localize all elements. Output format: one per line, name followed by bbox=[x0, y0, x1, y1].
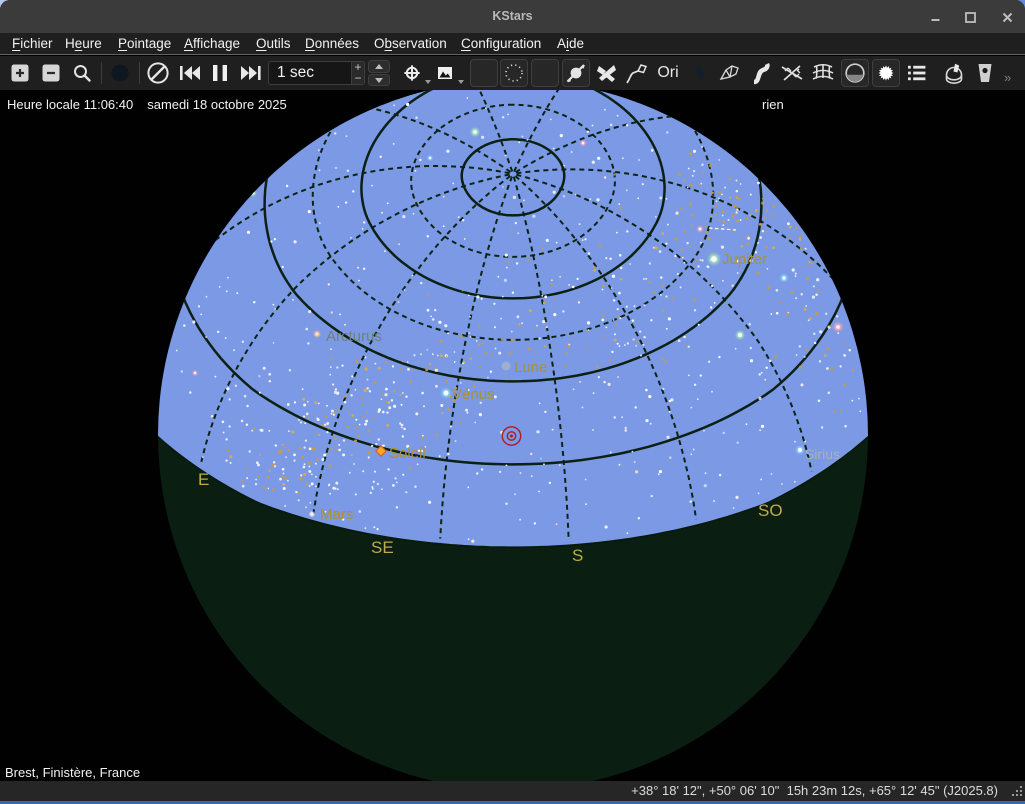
svg-text:Jupiter: Jupiter bbox=[722, 251, 767, 268]
svg-text:Sirius: Sirius bbox=[805, 446, 840, 462]
svg-text:Vénus: Vénus bbox=[452, 386, 495, 403]
svg-text:SE: SE bbox=[371, 538, 394, 557]
svg-text:Lune: Lune bbox=[514, 359, 547, 376]
svg-text:S: S bbox=[572, 546, 583, 565]
svg-text:Soleil: Soleil bbox=[389, 445, 426, 462]
svg-text:Mars: Mars bbox=[320, 506, 353, 523]
svg-text:Arcturus: Arcturus bbox=[326, 328, 382, 345]
svg-text:E: E bbox=[198, 470, 209, 489]
svg-text:SO: SO bbox=[758, 501, 783, 520]
